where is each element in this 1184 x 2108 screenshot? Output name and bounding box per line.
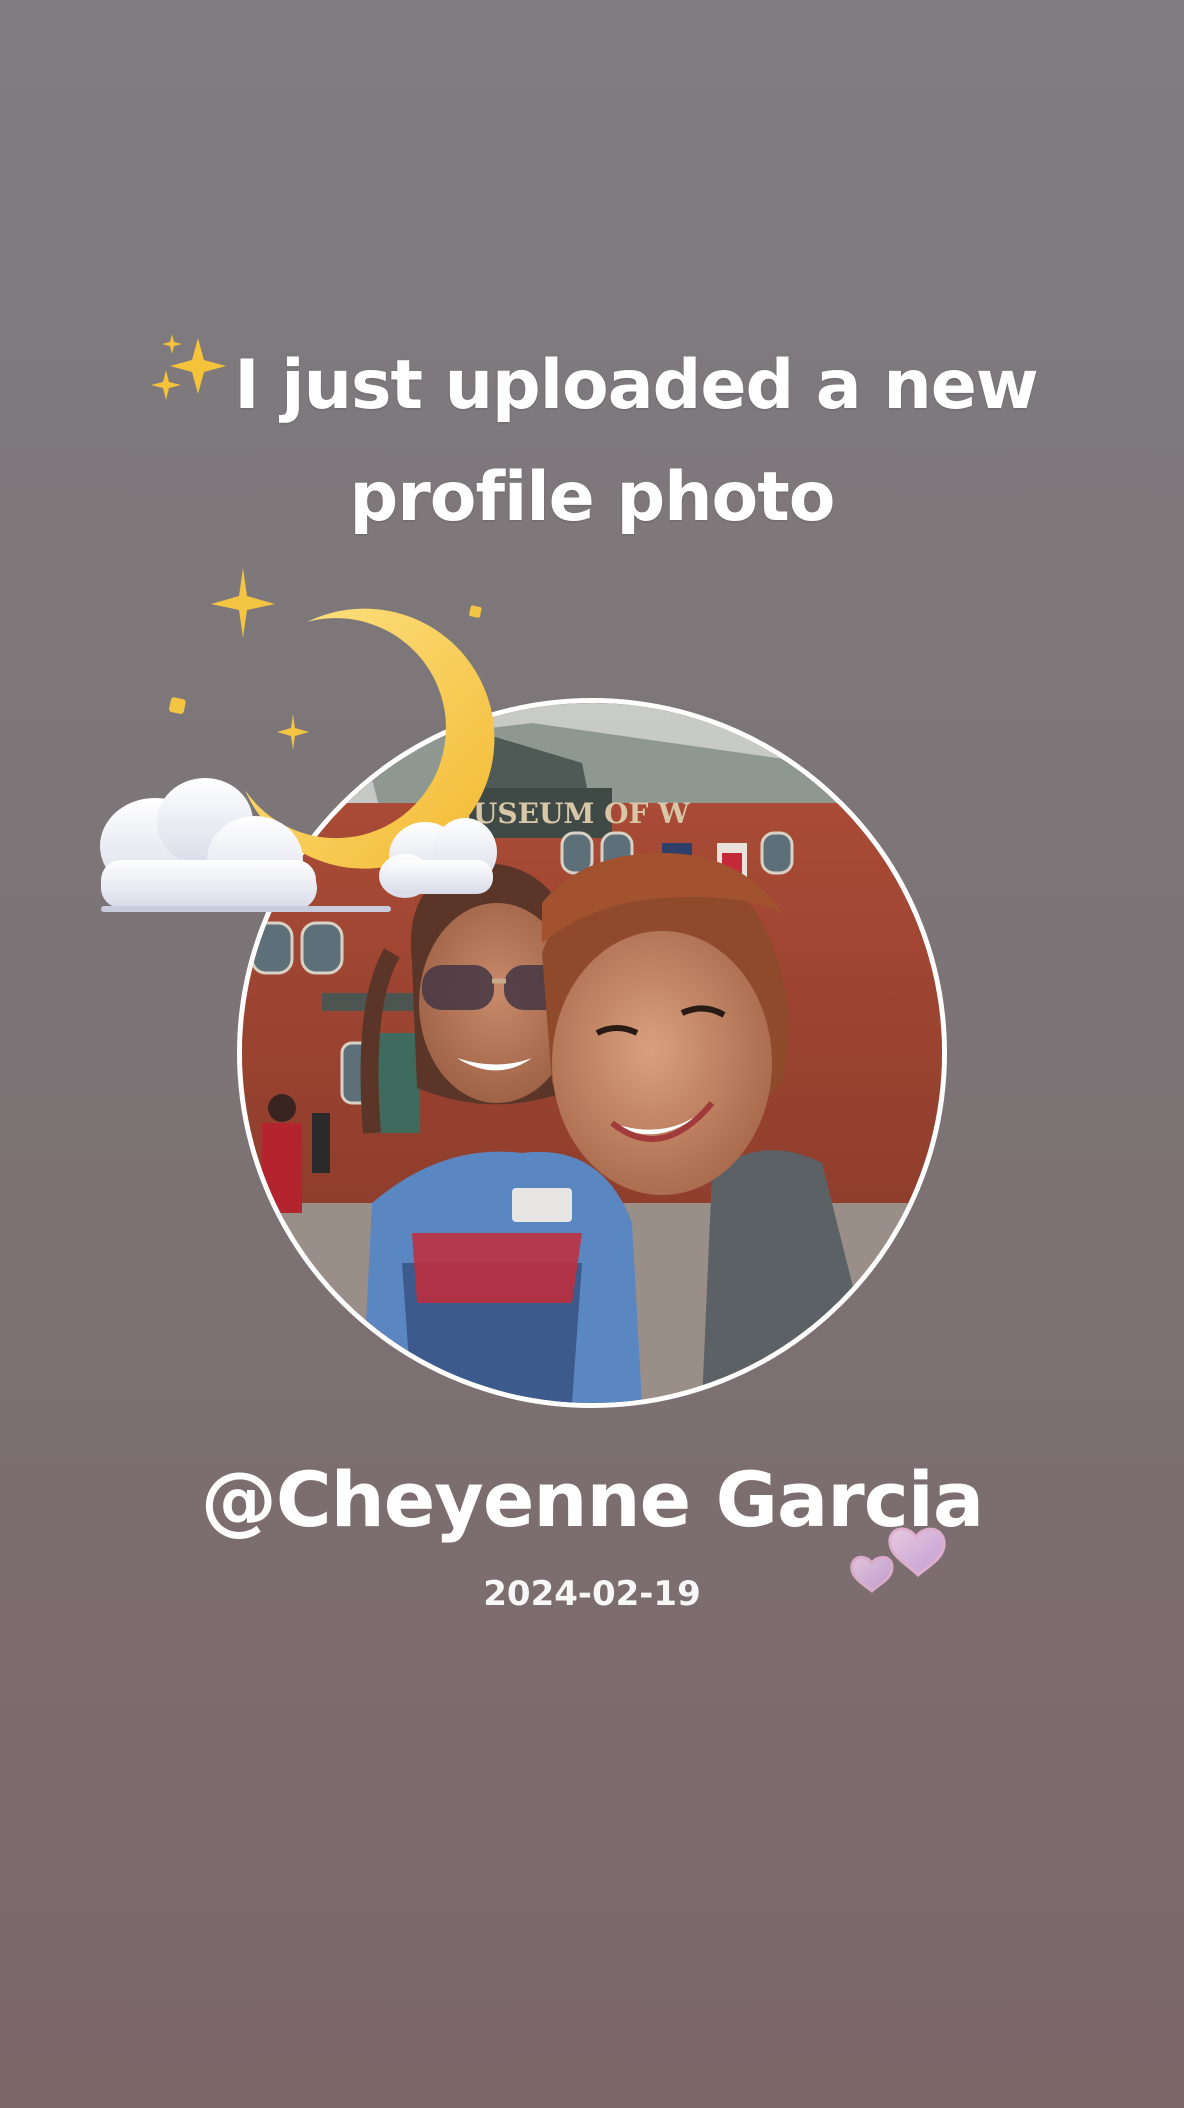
username: @Cheyenne Garcia (200, 1455, 984, 1544)
story-canvas: I just uploaded a new profile photo MUSE… (0, 0, 1184, 2108)
post-date: 2024-02-19 (483, 1574, 701, 1614)
moon-clouds-stars-icon (100, 568, 497, 912)
sparkles-icon (151, 334, 227, 400)
headline-text: I just uploaded a new profile photo (234, 346, 1038, 537)
headline: I just uploaded a new profile photo (60, 330, 1124, 554)
